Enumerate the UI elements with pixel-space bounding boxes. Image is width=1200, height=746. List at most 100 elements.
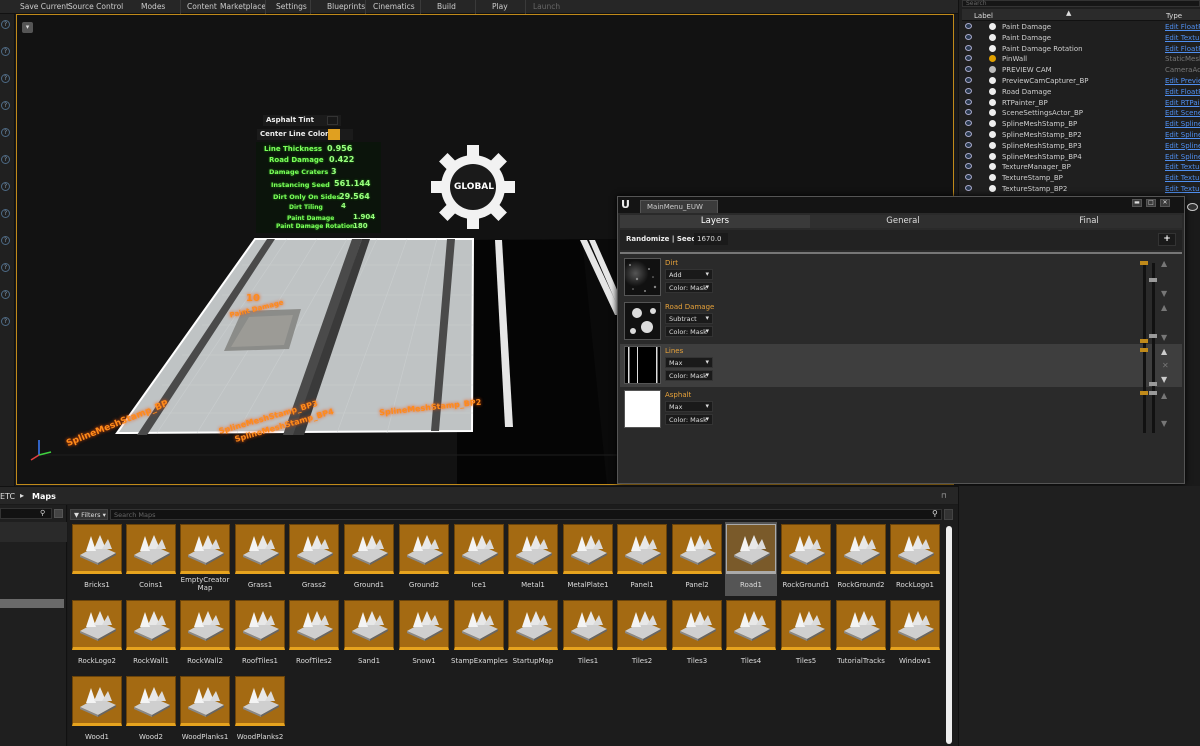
blend-mode-dropdown[interactable]: Max <box>665 357 713 368</box>
label-column-header[interactable]: Label <box>974 12 993 20</box>
param-value[interactable]: 561.144 <box>334 179 370 188</box>
move-down-icon[interactable]: ▼ <box>1161 333 1167 342</box>
content-button[interactable]: Content <box>187 2 217 11</box>
scrollbar-thumb[interactable] <box>946 526 952 744</box>
asset-tile-map[interactable] <box>454 600 504 650</box>
layer-row[interactable]: Lines Max Color: Mask <box>620 344 1182 387</box>
center-line-color-swatch[interactable] <box>328 129 340 140</box>
asset-tile-map[interactable] <box>126 600 176 650</box>
move-up-icon[interactable]: ▲ <box>1161 259 1167 268</box>
move-down-icon[interactable]: ▼ <box>1161 419 1167 428</box>
seed-input[interactable]: 1670.0 <box>694 233 728 245</box>
help-icon[interactable]: ? <box>1 47 10 56</box>
tab-final[interactable]: Final <box>996 215 1182 228</box>
asset-tile-map[interactable] <box>289 600 339 650</box>
color-mask-dropdown[interactable]: Color: Mask <box>665 326 713 337</box>
strength-slider-handle[interactable] <box>1149 278 1157 282</box>
asset-tile-map[interactable] <box>235 600 285 650</box>
visibility-eye-icon[interactable] <box>965 87 972 94</box>
asset-tile-map[interactable] <box>726 600 776 650</box>
move-down-icon[interactable]: ▼ <box>1161 375 1167 384</box>
param-value[interactable]: 0.956 <box>327 144 352 153</box>
folder-tree-item[interactable] <box>0 522 67 542</box>
visibility-eye-icon[interactable] <box>965 141 972 148</box>
asset-tile-map[interactable] <box>126 676 176 726</box>
asset-tile-map[interactable] <box>289 524 339 574</box>
move-up-icon[interactable]: ▲ <box>1161 303 1167 312</box>
visibility-eye-icon[interactable] <box>965 131 972 137</box>
visibility-eye-icon[interactable] <box>965 185 972 191</box>
asset-tile-map[interactable] <box>126 524 176 574</box>
eye-icon[interactable] <box>1187 203 1198 211</box>
tab-general[interactable]: General <box>810 215 996 228</box>
visibility-eye-icon[interactable] <box>965 66 972 73</box>
param-value[interactable]: 29.564 <box>339 192 370 201</box>
asset-tile-map[interactable] <box>836 600 886 650</box>
breadcrumb-item[interactable]: ETC <box>0 492 15 501</box>
visibility-eye-icon[interactable] <box>965 55 972 62</box>
asset-tile-map[interactable] <box>235 524 285 574</box>
visibility-eye-icon[interactable] <box>965 44 972 51</box>
outliner-row[interactable]: TextureStamp_BP2 Edit Texture <box>962 184 1200 195</box>
layer-row[interactable]: Asphalt Max Color: Mask <box>620 388 1182 431</box>
asset-tile-map[interactable] <box>890 524 940 574</box>
filters-button[interactable]: ▼ Filters ▾ <box>70 509 108 520</box>
move-up-icon[interactable]: ▲ <box>1161 347 1167 356</box>
outliner-row[interactable]: SplineMeshStamp_BP3 Edit Spline <box>962 141 1200 152</box>
param-value[interactable]: 180 <box>353 222 368 230</box>
help-icon[interactable]: ? <box>1 236 10 245</box>
color-mask-dropdown[interactable]: Color: Mask <box>665 414 713 425</box>
randomize-button[interactable]: Randomize | Seed: <box>626 235 699 243</box>
asset-tile-map[interactable] <box>235 676 285 726</box>
folder-tree-item-selected[interactable] <box>0 599 64 608</box>
visibility-eye-icon[interactable] <box>965 109 972 116</box>
viewport-options-button[interactable]: ▾ <box>22 22 33 33</box>
strength-slider-handle[interactable] <box>1149 382 1157 386</box>
blueprints-button[interactable]: Blueprints <box>327 2 365 11</box>
visibility-eye-icon[interactable] <box>965 174 972 181</box>
asset-tile-map[interactable] <box>180 524 230 574</box>
add-layer-button[interactable]: + <box>1158 233 1176 246</box>
visibility-eye-icon[interactable] <box>965 98 972 105</box>
asphalt-tint-swatch[interactable] <box>327 116 338 125</box>
actor-type-link[interactable]: Edit FloatP <box>1165 45 1200 53</box>
asset-tile-map[interactable] <box>781 600 831 650</box>
save-current-button[interactable]: Save Current <box>20 2 69 11</box>
source-control-button[interactable]: Source Control <box>68 2 123 11</box>
build-button[interactable]: Build <box>437 2 456 11</box>
blend-mode-dropdown[interactable]: Max <box>665 401 713 412</box>
outliner-row[interactable]: TextureManager_BP Edit Texture <box>962 162 1200 173</box>
search-maps-input[interactable]: Search Maps <box>110 509 942 520</box>
actor-type-link[interactable]: Edit Texture <box>1165 163 1200 171</box>
visibility-eye-icon[interactable] <box>965 33 972 40</box>
asset-tile-map[interactable] <box>617 524 667 574</box>
asset-tile-map[interactable] <box>399 524 449 574</box>
asset-tile-map[interactable] <box>836 524 886 574</box>
layer-row[interactable]: Dirt Add Color: Mask <box>620 256 1182 299</box>
play-button[interactable]: Play <box>492 2 508 11</box>
view-options-icon[interactable] <box>54 509 63 518</box>
help-icon[interactable]: ? <box>1 317 10 326</box>
view-options-button[interactable] <box>944 509 953 520</box>
type-column-header[interactable]: Type <box>1166 12 1182 20</box>
settings-button[interactable]: Settings <box>276 2 307 11</box>
actor-type-link[interactable]: Edit FloatP <box>1165 88 1200 96</box>
asset-tile-map[interactable] <box>672 600 722 650</box>
actor-type-link[interactable]: Edit RTPai <box>1165 99 1200 107</box>
actor-type-link[interactable]: Edit Texture <box>1165 34 1200 42</box>
launch-button[interactable]: Launch <box>533 2 560 11</box>
asset-tile-map[interactable] <box>72 676 122 726</box>
outliner-row[interactable]: PinWall StaticMesh <box>962 54 1200 65</box>
visibility-eye-icon[interactable] <box>965 163 972 170</box>
asset-tile-map[interactable] <box>563 600 613 650</box>
modes-button[interactable]: Modes <box>141 2 165 11</box>
help-icon[interactable]: ? <box>1 20 10 29</box>
strength-slider-track[interactable] <box>1152 263 1155 433</box>
marketplace-button[interactable]: Marketplace <box>220 2 266 11</box>
help-icon[interactable]: ? <box>1 74 10 83</box>
outliner-row[interactable]: Paint Damage Edit FloatP <box>962 22 1200 33</box>
asset-tile-map[interactable] <box>72 524 122 574</box>
breadcrumb-current[interactable]: Maps <box>32 492 56 501</box>
asset-tile-map[interactable] <box>180 676 230 726</box>
help-icon[interactable]: ? <box>1 209 10 218</box>
